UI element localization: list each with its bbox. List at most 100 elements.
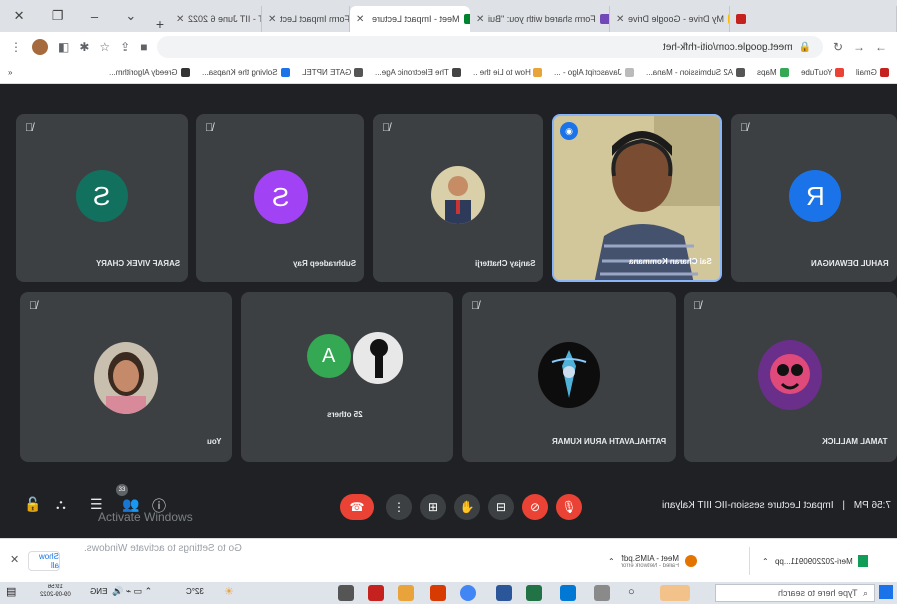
others-avatar: A	[307, 334, 351, 378]
share-icon[interactable]: ⇪	[120, 40, 130, 54]
close-tab-icon[interactable]: ✕	[616, 14, 624, 25]
show-all-button[interactable]: Show all	[28, 551, 60, 571]
participant-tile[interactable]: 🎙̸ S SARAF VIVEK CHARY	[16, 114, 188, 282]
avatar-graphic-icon	[551, 350, 587, 398]
forms-icon	[600, 14, 609, 24]
close-tab-icon[interactable]: ✕	[268, 14, 276, 25]
mic-off-button[interactable]: 🎙	[556, 494, 582, 520]
participant-name: Subhradeep Ray	[292, 259, 356, 268]
close-window-icon[interactable]: ✕	[14, 8, 25, 24]
tray-icons[interactable]: 🔊 ⌁ ▭ ⌃	[112, 586, 152, 597]
bookmark-item[interactable]: Javascript Algo - ...	[554, 68, 634, 77]
captions-button[interactable]: ⊟	[488, 494, 514, 520]
sidebar-icon[interactable]: ◧	[58, 40, 69, 54]
maximize-window-icon[interactable]: ❐	[52, 8, 64, 24]
task-view-icon[interactable]	[594, 585, 610, 601]
participant-tile[interactable]: 🎙̸ S Subhradeep Ray	[196, 114, 364, 282]
back-icon[interactable]: ←	[875, 40, 887, 54]
profile-avatar[interactable]	[32, 39, 48, 55]
download-item[interactable]: ⌃ Meri-2022090911...pp	[754, 547, 897, 575]
speaking-indicator-icon: ◉	[560, 122, 578, 140]
person-photo-icon	[353, 332, 403, 384]
meeting-info: 7:56 PM | Impact Lecture session-IIC III…	[662, 500, 891, 511]
minimize-window-icon[interactable]: –	[91, 9, 98, 24]
notification-icon[interactable]: ▤	[6, 585, 16, 598]
tab-facebook-form[interactable]: ✕ Facebook Form Impact Lect	[262, 6, 350, 32]
bookmark-item[interactable]: A2 Submission - Mana...	[646, 68, 746, 77]
screen: ✕ ❐ – ⌄ + ✕ IT & IT - IIT June 6 2022 ✕ …	[0, 0, 897, 604]
taskbar-app-icon[interactable]	[338, 585, 354, 601]
bookmark-item[interactable]: The Electronic Age...	[375, 68, 461, 77]
bookmark-item[interactable]: YouTube	[801, 68, 845, 77]
participant-tile[interactable]: 🎙̸ R RAHUL DEWANGAN	[731, 114, 897, 282]
tab-google-drive[interactable]: ✕ My Drive - Google Drive	[610, 6, 730, 32]
windows-start-icon[interactable]	[879, 585, 893, 599]
others-tile[interactable]: A 25 others	[241, 292, 453, 462]
close-download-bar-icon[interactable]: ✕	[10, 553, 19, 566]
tab-forms-shared[interactable]: ✕ Form shared with you: "Bui	[470, 6, 610, 32]
meeting-time: 7:56 PM	[853, 500, 891, 511]
forward-icon[interactable]: →	[853, 40, 865, 54]
more-bookmarks-icon[interactable]: »	[8, 68, 12, 77]
url-text: meet.google.com/oiti-rhfk-het	[662, 41, 793, 53]
participant-tile-active-speaker[interactable]: ◉ Sai Charan Kommana	[552, 114, 722, 282]
close-tab-icon[interactable]: ✕	[176, 14, 184, 25]
bookmark-item[interactable]: How to Lie the ..	[473, 68, 543, 77]
file-icon	[684, 555, 697, 567]
address-bar[interactable]: meet.google.com/oiti-rhfk-het 🔒	[157, 36, 823, 58]
language-indicator[interactable]: ENG	[90, 587, 107, 596]
leave-call-button[interactable]: ☎	[340, 494, 374, 520]
participant-name: Sai Charan Kommana	[629, 257, 712, 266]
participant-tile-self[interactable]: 🎙̸ You	[20, 292, 232, 462]
taskbar-search-input[interactable]: Type here to search ⌕	[715, 584, 875, 602]
participant-tile[interactable]: 🎙̸ Sanjay Chatterji	[373, 114, 543, 282]
taskbar-app-icon[interactable]	[368, 585, 384, 601]
camera-in-use-icon[interactable]: ■	[140, 40, 147, 54]
tab-it-iit[interactable]: ✕ IT & IT - IIT June 6 2022	[170, 6, 262, 32]
chevron-up-icon[interactable]: ⌃	[608, 557, 615, 566]
activities-icon[interactable]: ⛬	[56, 496, 66, 513]
bookmark-item[interactable]: Maps	[757, 68, 789, 77]
tab-gmail[interactable]	[730, 6, 897, 32]
participant-tile[interactable]: 🎙̸ TAMAL MALLICK	[684, 292, 897, 462]
excel-taskbar-icon[interactable]	[526, 585, 542, 601]
gmail-icon	[736, 14, 746, 24]
chrome-taskbar-icon[interactable]	[460, 585, 476, 601]
mic-muted-icon: 🎙̸	[740, 122, 749, 134]
mic-muted-icon: 🎙̸	[25, 122, 34, 134]
close-tab-icon[interactable]: ✕	[476, 14, 484, 25]
bookmark-item[interactable]: Solving the Knapsa...	[202, 68, 290, 77]
search-icon: ⌕	[862, 587, 868, 598]
menu-icon[interactable]: ⋮	[10, 40, 22, 54]
cortana-icon[interactable]: ○	[628, 586, 635, 598]
system-clock[interactable]: 19:56 09-09-2022	[40, 583, 71, 599]
taskbar-app-icon[interactable]	[430, 585, 446, 601]
mic-muted-icon: 🎙̸	[471, 300, 480, 312]
more-options-button[interactable]: ⋮	[386, 494, 412, 520]
download-item[interactable]: ⌃ Meet - AIMS.pdf Failed - Network error	[600, 547, 750, 575]
reload-icon[interactable]: ↻	[833, 40, 843, 54]
extensions-icon[interactable]: ✱	[79, 40, 89, 54]
lock-meeting-icon[interactable]: 🔓	[24, 496, 41, 513]
lock-icon: 🔒	[798, 41, 811, 53]
chevron-up-icon[interactable]: ⌃	[762, 557, 769, 566]
weather-icon[interactable]: ☀	[224, 585, 234, 598]
search-highlight-icon[interactable]	[660, 585, 690, 601]
tab-meet-active[interactable]: ✕ Meet - Impact Lecture	[350, 6, 470, 32]
person-photo-icon	[106, 352, 146, 414]
close-tab-icon[interactable]: ✕	[356, 14, 364, 25]
weather-temp[interactable]: 32°C	[186, 587, 204, 596]
taskbar-app-icon[interactable]	[398, 585, 414, 601]
bookmark-item[interactable]: Gmail	[856, 68, 889, 77]
tab-search-icon[interactable]: ⌄	[125, 8, 136, 24]
bookmark-item[interactable]: GATE NPTEL	[302, 68, 363, 77]
raise-hand-button[interactable]: ✋	[454, 494, 480, 520]
camera-off-button[interactable]: ⊘	[522, 494, 548, 520]
new-tab-icon[interactable]: +	[150, 16, 170, 32]
word-taskbar-icon[interactable]	[496, 585, 512, 601]
bookmark-star-icon[interactable]: ☆	[99, 40, 110, 54]
bookmark-item[interactable]: Greedy Algorithm...	[109, 68, 190, 77]
participant-tile[interactable]: 🎙̸ PATHALAVATH ARUN KUMAR	[462, 292, 676, 462]
explorer-taskbar-icon[interactable]	[560, 585, 576, 601]
present-screen-button[interactable]: ⊞	[420, 494, 446, 520]
